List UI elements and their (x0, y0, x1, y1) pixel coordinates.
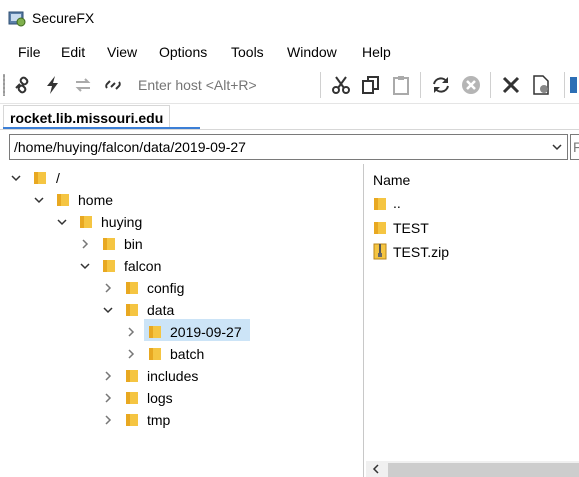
tree-item-label: huying (101, 214, 143, 230)
folder-icon (126, 414, 138, 426)
chevron-right-icon[interactable] (125, 326, 137, 338)
chevron-right-icon[interactable] (79, 238, 91, 250)
toolbar-overflow-icon[interactable] (568, 74, 579, 96)
host-input[interactable] (134, 74, 318, 96)
folder-icon (126, 304, 138, 316)
chevron-down-icon[interactable] (550, 140, 564, 154)
chevron-right-icon[interactable] (102, 392, 114, 404)
tree-item-label: bin (124, 236, 143, 252)
toolbar-separator (490, 72, 491, 98)
folder-icon (374, 222, 386, 234)
column-header-name[interactable]: Name (373, 172, 410, 188)
cut-icon[interactable] (330, 74, 352, 96)
folder-icon (126, 282, 138, 294)
folder-icon (149, 326, 161, 338)
folder-icon (103, 238, 115, 250)
window-title: SecureFX (32, 10, 95, 26)
chevron-right-icon[interactable] (102, 370, 114, 382)
chevron-down-icon[interactable] (56, 216, 68, 228)
menu-view[interactable]: View (107, 44, 137, 60)
chevron-left-icon[interactable] (370, 463, 382, 475)
properties-icon[interactable] (530, 74, 552, 96)
session-tab[interactable]: rocket.lib.missouri.edu (3, 105, 171, 129)
menu-edit[interactable]: Edit (61, 44, 85, 60)
menu-tools[interactable]: Tools (231, 44, 264, 60)
folder-icon (374, 198, 386, 210)
menu-window[interactable]: Window (287, 44, 337, 60)
chevron-right-icon[interactable] (102, 414, 114, 426)
session-tab-label: rocket.lib.missouri.edu (10, 109, 164, 126)
menu-options[interactable]: Options (159, 44, 207, 60)
tree-item-label: config (147, 280, 185, 296)
remote-path-value: /home/huying/falcon/data/2019-09-27 (14, 139, 246, 155)
toolbar-grip[interactable] (3, 74, 5, 96)
zip-file-icon (373, 243, 387, 260)
chevron-down-icon[interactable] (33, 194, 45, 206)
toolbar-separator (564, 72, 565, 98)
paste-icon[interactable] (390, 74, 412, 96)
chevron-down-icon[interactable] (102, 304, 114, 316)
quick-connect-icon[interactable] (42, 74, 64, 96)
folder-icon (34, 172, 46, 184)
toolbar-separator (420, 72, 421, 98)
title-bar: SecureFX (0, 0, 579, 38)
chevron-down-icon[interactable] (10, 172, 22, 184)
tree-item-label: home (78, 192, 114, 208)
chevron-right-icon[interactable] (102, 282, 114, 294)
connect-icon[interactable] (12, 74, 34, 96)
securefx-app-icon (8, 11, 26, 27)
copy-icon[interactable] (360, 74, 382, 96)
menu-file[interactable]: File (18, 44, 41, 60)
folder-icon (57, 194, 69, 206)
scrollbar-thumb[interactable] (388, 463, 579, 477)
stop-icon[interactable] (460, 74, 482, 96)
file-name: .. (393, 195, 401, 211)
tree-item-label: data (147, 302, 175, 318)
disconnect-icon[interactable] (102, 74, 124, 96)
tree-item-label: falcon (124, 258, 162, 274)
tree-item-label: logs (147, 390, 173, 406)
menu-help[interactable]: Help (362, 44, 391, 60)
folder-icon (80, 216, 92, 228)
tree-item-label: / (56, 170, 60, 186)
reconnect-icon[interactable] (72, 74, 94, 96)
folder-icon (149, 348, 161, 360)
file-name: TEST (393, 220, 429, 236)
tab-divider (0, 129, 579, 130)
refresh-icon[interactable] (430, 74, 452, 96)
tree-item-label: 2019-09-27 (170, 324, 242, 340)
file-name: TEST.zip (393, 244, 450, 260)
toolbar-separator (320, 72, 321, 98)
tree-item-label: batch (170, 346, 205, 362)
tree-item-label: includes (147, 368, 199, 384)
chevron-right-icon[interactable] (125, 348, 137, 360)
folder-icon (103, 260, 115, 272)
chevron-down-icon[interactable] (79, 260, 91, 272)
local-path-value: F (573, 139, 579, 155)
delete-icon[interactable] (500, 74, 522, 96)
tree-item-label: tmp (147, 412, 171, 428)
folder-icon (126, 392, 138, 404)
folder-icon (126, 370, 138, 382)
